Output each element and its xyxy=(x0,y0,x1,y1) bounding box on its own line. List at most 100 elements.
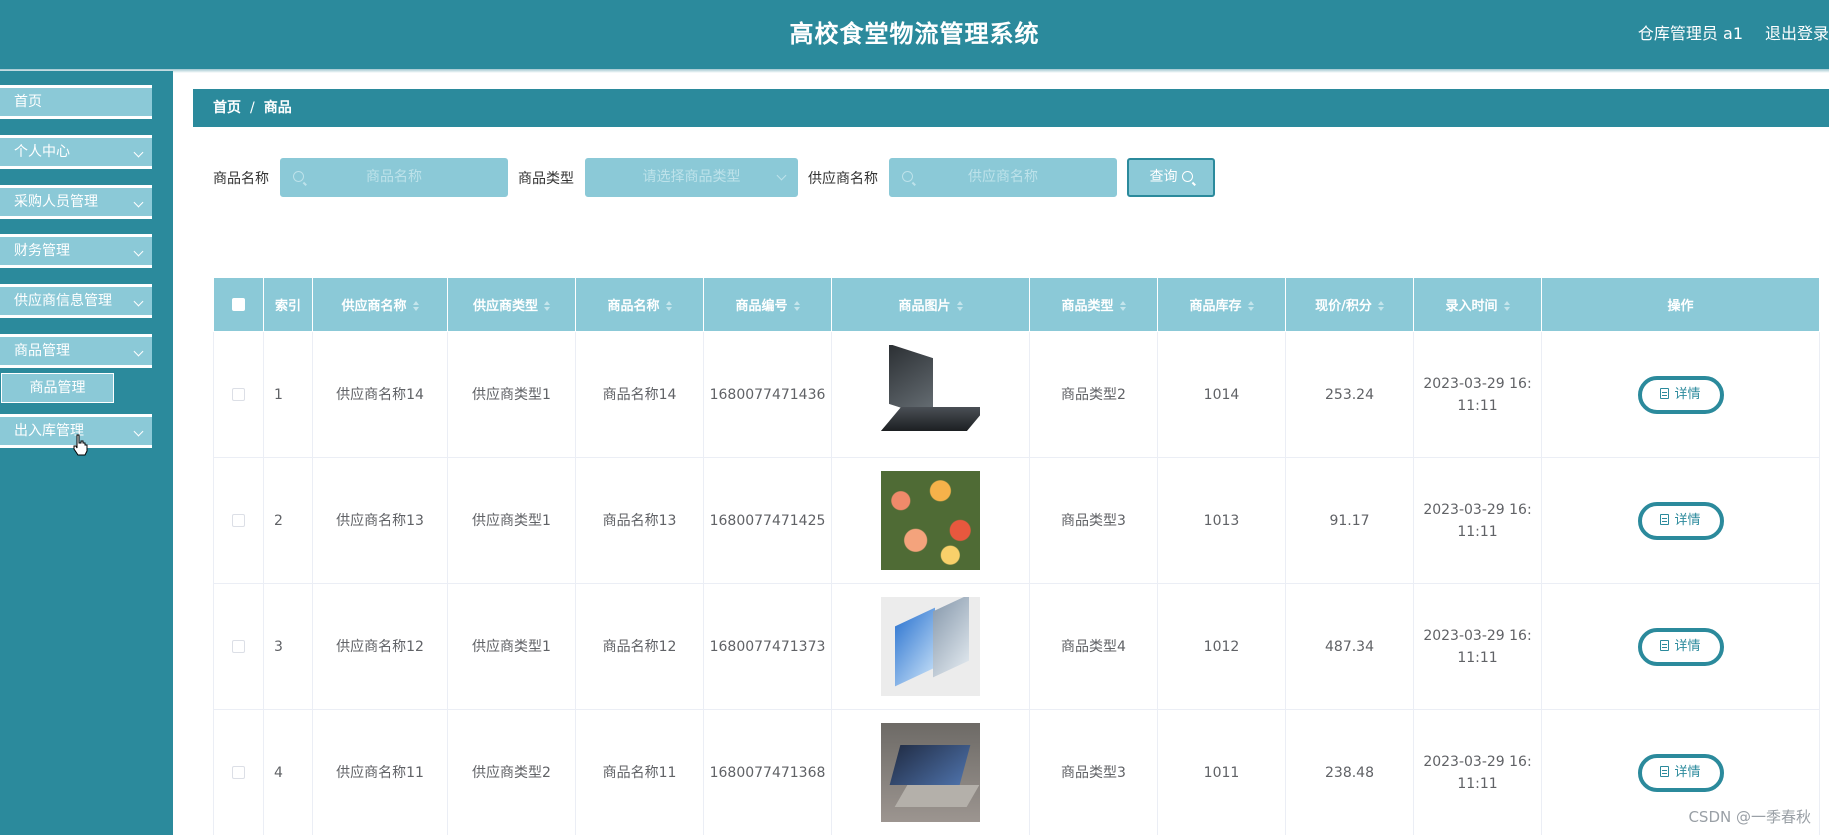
sort-icon[interactable] xyxy=(544,301,550,311)
row-select-cell[interactable] xyxy=(213,457,264,584)
sidebar-item-label: 采购人员管理 xyxy=(14,194,98,210)
sort-icon[interactable] xyxy=(412,301,419,311)
sidebar-item-product-management[interactable]: 商品管理 xyxy=(0,334,152,368)
cell-product-type: 商品类型3 xyxy=(1029,709,1158,835)
product-image-desk-laptop[interactable] xyxy=(881,723,980,822)
row-checkbox[interactable] xyxy=(232,514,245,527)
cell-index: 4 xyxy=(263,709,313,835)
sidebar-item-purchaser-management[interactable]: 采购人员管理 xyxy=(0,185,152,219)
query-button[interactable]: 查询 xyxy=(1127,158,1215,197)
breadcrumb-separator: / xyxy=(250,100,255,116)
logout-link[interactable]: 退出登录 xyxy=(1765,20,1829,44)
cell-actions: 详情 xyxy=(1541,583,1820,710)
row-checkbox[interactable] xyxy=(232,388,245,401)
detail-button[interactable]: 详情 xyxy=(1637,375,1724,414)
sort-icon[interactable] xyxy=(793,301,800,311)
header-supplier-name[interactable]: 供应商名称 xyxy=(312,277,448,332)
table-row: 1 供应商名称14 供应商类型1 商品名称14 1680077471436 商品… xyxy=(213,331,1820,458)
detail-button[interactable]: 详情 xyxy=(1637,501,1724,540)
table-row: 3 供应商名称12 供应商类型1 商品名称12 1680077471373 商品… xyxy=(213,583,1820,710)
row-checkbox[interactable] xyxy=(232,640,245,653)
header-product-type[interactable]: 商品类型 xyxy=(1029,277,1158,332)
product-name-placeholder: 商品名称 xyxy=(366,169,422,185)
cell-entry-time: 2023-03-29 16: 11:11 xyxy=(1413,331,1542,458)
chevron-down-icon xyxy=(133,246,144,257)
product-name-label: 商品名称 xyxy=(213,171,269,187)
product-type-select[interactable]: 请选择商品类型 xyxy=(585,158,798,197)
supplier-name-input[interactable]: 供应商名称 xyxy=(889,158,1117,197)
row-select-cell[interactable] xyxy=(213,331,264,458)
cell-index: 1 xyxy=(263,331,313,458)
cell-index: 2 xyxy=(263,457,313,584)
current-user: 仓库管理员 a1 xyxy=(1637,24,1743,43)
table-row: 2 供应商名称13 供应商类型1 商品名称13 1680077471425 商品… xyxy=(213,457,1820,584)
sort-icon[interactable] xyxy=(1377,301,1384,311)
table-header-row: 索引 供应商名称 供应商类型 商品名称 商品编号 商品图片 商品类型 商品库存 … xyxy=(213,277,1820,332)
cell-actions: 详情 xyxy=(1541,457,1820,584)
header-entry-time[interactable]: 录入时间 xyxy=(1413,277,1542,332)
search-icon xyxy=(293,171,304,182)
cell-stock: 1013 xyxy=(1157,457,1286,584)
sidebar-item-home[interactable]: 首页 xyxy=(0,85,152,119)
breadcrumb: 首页 / 商品 xyxy=(193,89,1829,127)
cell-supplier-type: 供应商类型1 xyxy=(447,331,576,458)
cell-product-code: 1680077471436 xyxy=(703,331,832,458)
sidebar-subitem-product-management[interactable]: 商品管理 xyxy=(1,373,114,403)
header-divider xyxy=(0,69,1829,73)
detail-button[interactable]: 详情 xyxy=(1637,753,1724,792)
cell-product-name: 商品名称11 xyxy=(575,709,704,835)
cell-product-code: 1680077471373 xyxy=(703,583,832,710)
cell-product-image xyxy=(831,583,1030,710)
sidebar-item-personal-center[interactable]: 个人中心 xyxy=(0,135,152,169)
row-select-cell[interactable] xyxy=(213,583,264,710)
cell-actions: 详情 xyxy=(1541,331,1820,458)
sort-icon[interactable] xyxy=(665,301,672,311)
sort-icon[interactable] xyxy=(1247,301,1254,311)
document-icon xyxy=(1660,765,1670,777)
cell-price: 238.48 xyxy=(1285,709,1414,835)
cell-product-name: 商品名称13 xyxy=(575,457,704,584)
row-select-cell[interactable] xyxy=(213,709,264,835)
select-all-checkbox[interactable] xyxy=(232,298,245,311)
breadcrumb-home[interactable]: 首页 xyxy=(213,100,241,116)
cell-stock: 1014 xyxy=(1157,331,1286,458)
sidebar-item-label: 个人中心 xyxy=(14,144,70,160)
product-name-input[interactable]: 商品名称 xyxy=(280,158,508,197)
cell-product-code: 1680077471368 xyxy=(703,709,832,835)
cell-price: 91.17 xyxy=(1285,457,1414,584)
header-supplier-type[interactable]: 供应商类型 xyxy=(447,277,576,332)
header-stock[interactable]: 商品库存 xyxy=(1157,277,1286,332)
header-price[interactable]: 现价/积分 xyxy=(1285,277,1414,332)
sort-icon[interactable] xyxy=(956,301,963,311)
cell-price: 487.34 xyxy=(1285,583,1414,710)
cell-supplier-name: 供应商名称14 xyxy=(312,331,448,458)
cell-stock: 1011 xyxy=(1157,709,1286,835)
sidebar-item-finance-management[interactable]: 财务管理 xyxy=(0,234,152,268)
product-image-flowers[interactable] xyxy=(881,471,980,570)
watermark: CSDN @一季春秋 xyxy=(1688,808,1811,826)
header-product-image[interactable]: 商品图片 xyxy=(831,277,1030,332)
detail-button[interactable]: 详情 xyxy=(1637,627,1724,666)
search-icon xyxy=(1181,171,1193,182)
cell-product-code: 1680077471425 xyxy=(703,457,832,584)
cell-supplier-name: 供应商名称13 xyxy=(312,457,448,584)
app-title: 高校食堂物流管理系统 xyxy=(789,20,1040,48)
cell-supplier-type: 供应商类型2 xyxy=(447,709,576,835)
table-row: 4 供应商名称11 供应商类型2 商品名称11 1680077471368 商品… xyxy=(213,709,1820,835)
sidebar-item-label: 财务管理 xyxy=(14,243,70,259)
cell-supplier-type: 供应商类型1 xyxy=(447,583,576,710)
sidebar-item-supplier-management[interactable]: 供应商信息管理 xyxy=(0,284,152,318)
search-icon xyxy=(902,171,913,182)
product-image-laptop[interactable] xyxy=(881,345,980,444)
row-checkbox[interactable] xyxy=(232,766,245,779)
cell-supplier-type: 供应商类型1 xyxy=(447,457,576,584)
cell-product-type: 商品类型2 xyxy=(1029,331,1158,458)
header-product-name[interactable]: 商品名称 xyxy=(575,277,704,332)
chevron-down-icon xyxy=(776,170,787,181)
cell-supplier-name: 供应商名称12 xyxy=(312,583,448,710)
select-all-cell[interactable] xyxy=(213,277,264,332)
sort-icon[interactable] xyxy=(1503,301,1510,311)
product-image-tablet[interactable] xyxy=(881,597,980,696)
header-product-code[interactable]: 商品编号 xyxy=(703,277,832,332)
sort-icon[interactable] xyxy=(1119,301,1126,311)
